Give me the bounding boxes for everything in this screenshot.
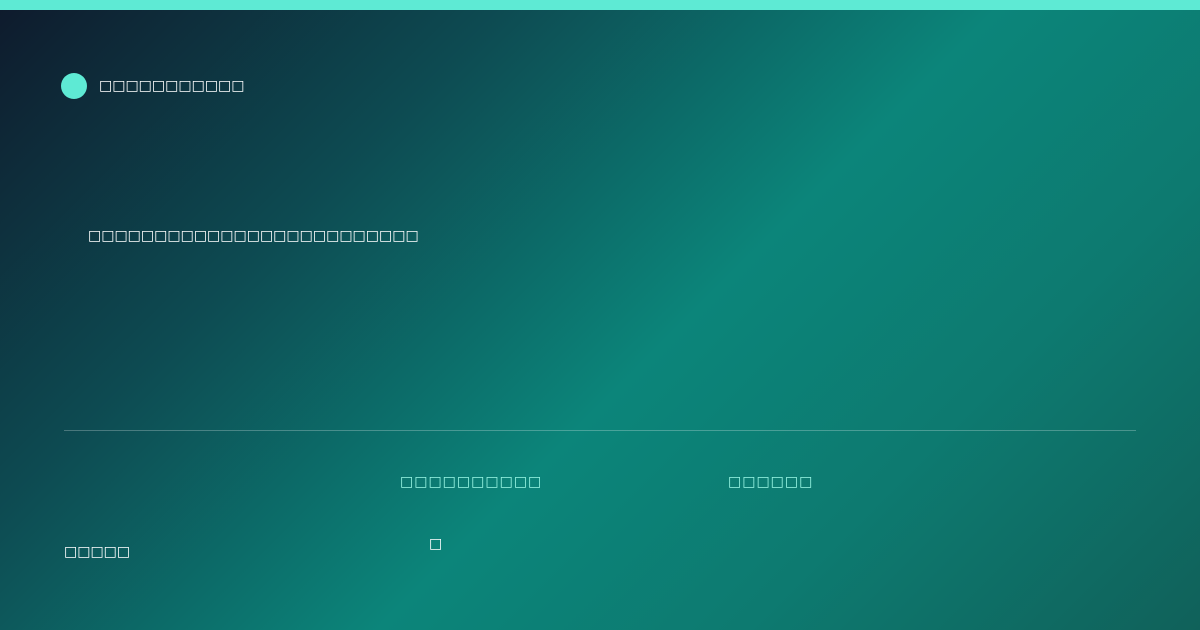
headline: □□□□□□□□□□□□□□□□□□□□□□□□□ xyxy=(88,228,419,244)
stat-label-1: □□□□□□□□□□ xyxy=(400,474,543,490)
brand: □□□□□□□□□□□ xyxy=(61,73,245,99)
divider xyxy=(64,430,1136,431)
top-accent-bar xyxy=(0,0,1200,10)
circle-logo-icon xyxy=(61,73,87,99)
stat-value-1: □ xyxy=(429,536,443,552)
footer-label: □□□□□ xyxy=(64,544,131,560)
brand-name: □□□□□□□□□□□ xyxy=(99,78,245,94)
stat-label-2: □□□□□□ xyxy=(728,474,814,490)
